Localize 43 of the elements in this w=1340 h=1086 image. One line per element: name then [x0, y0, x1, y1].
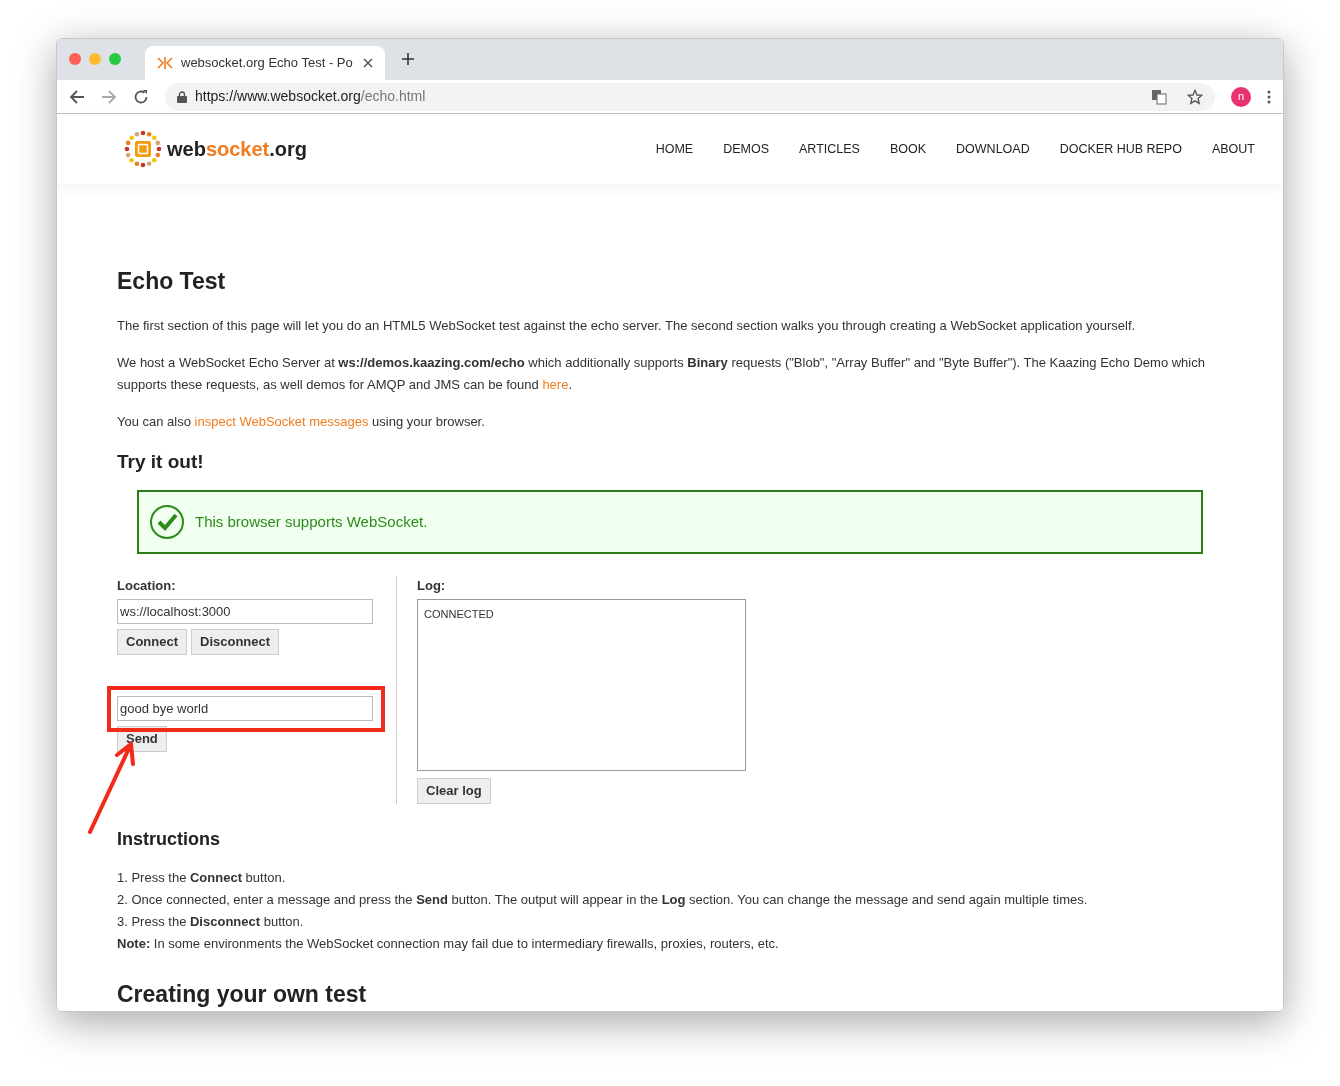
- nav-link[interactable]: ARTICLES: [799, 139, 860, 159]
- new-tab-icon[interactable]: [401, 52, 415, 67]
- nav-link[interactable]: DOCKER HUB REPO: [1059, 139, 1182, 159]
- support-message: This browser supports WebSocket.: [195, 511, 428, 532]
- tab-title: websocket.org Echo Test - Po: [181, 53, 354, 72]
- back-icon[interactable]: [69, 88, 85, 105]
- logo-icon: [123, 129, 163, 170]
- message-field[interactable]: good bye world: [117, 695, 373, 721]
- logo-text: websocket.org: [167, 137, 308, 163]
- instruction-line: 3. Press the Disconnect button.: [117, 912, 305, 931]
- section-heading: Creating your own test: [117, 979, 368, 1009]
- instruction-line: Note: In some environments the WebSocket connection may fail due to intermediary firewalls, proxies, routers, etc.: [117, 934, 780, 953]
- reload-icon[interactable]: [133, 88, 149, 105]
- nav-link[interactable]: BOOK: [889, 139, 927, 159]
- menu-icon[interactable]: [1267, 89, 1271, 104]
- check-circle-icon: [149, 504, 185, 540]
- lock-icon: [177, 90, 187, 103]
- instruction-line: 1. Press the Connect button.: [117, 868, 287, 887]
- tab-logo-icon: [157, 56, 173, 69]
- instruction-line: 2. Once connected, enter a message and press the Send button. The output will appear in the Log section. You can change the message and send again multiple times.: [117, 890, 1089, 909]
- address-bar[interactable]: https://www.websocket.org/echo.html: [165, 82, 1215, 111]
- nav-link[interactable]: ABOUT: [1211, 139, 1255, 159]
- browser-tab[interactable]: websocket.org Echo Test - Po: [145, 45, 385, 80]
- page-heading: Echo Test: [117, 267, 227, 296]
- disconnect-button[interactable]: Disconnect: [191, 628, 280, 655]
- nav-link[interactable]: DOWNLOAD: [956, 139, 1030, 159]
- log-line: CONNECTED: [424, 606, 495, 622]
- close-icon[interactable]: [363, 57, 373, 68]
- section-heading: Try it out!: [117, 449, 205, 474]
- star-icon[interactable]: [1187, 88, 1203, 105]
- nav-link[interactable]: HOME: [655, 139, 694, 159]
- clear-log-button[interactable]: Clear log: [417, 777, 491, 804]
- nav-link[interactable]: DEMOS: [723, 139, 770, 159]
- intro-paragraph: The first section of this page will let you do an HTML5 WebSocket test against the echo server. The second section walks you through creating a WebSocket application yourself.: [117, 316, 1137, 335]
- location-field[interactable]: ws://localhost:3000: [117, 598, 373, 624]
- section-heading: Instructions: [117, 827, 221, 851]
- connect-button[interactable]: Connect: [117, 628, 187, 655]
- inspect-paragraph: You can also inspect WebSocket messages using your browser.: [117, 412, 486, 431]
- log-label: Log:: [417, 577, 447, 595]
- url-text: https://www.websocket.org/echo.html: [195, 87, 427, 106]
- location-label: Location:: [117, 577, 177, 595]
- profile-avatar[interactable]: n: [1231, 86, 1251, 107]
- host-paragraph: We host a WebSocket Echo Server at ws://demos.kaazing.com/echo which additionally supports Binary requests ("Blob", "Array Buffer" and "Byte Buffer"). The Kaazing Echo Demo which supports these requests, as well demos for AMQP and JMS can be found here.: [117, 353, 1206, 394]
